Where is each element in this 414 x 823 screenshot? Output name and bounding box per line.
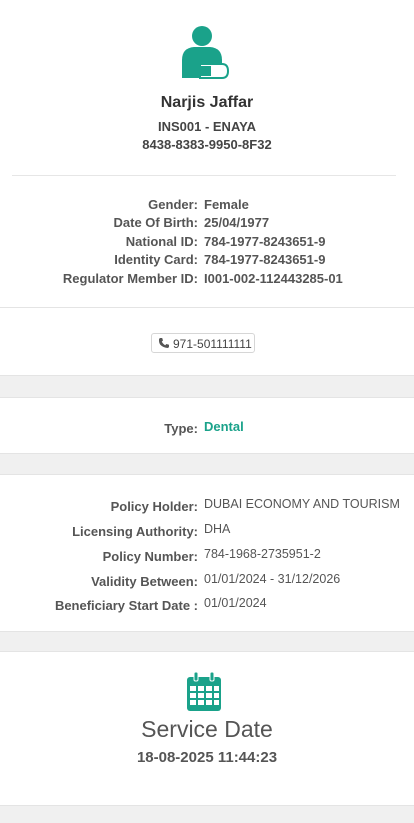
- licensing-authority-label: Licensing Authority:: [72, 524, 198, 539]
- identity-card-value: 784-1977-8243651-9: [204, 252, 326, 267]
- type-value: Dental: [204, 419, 244, 434]
- phone-button[interactable]: 971-501111111: [151, 333, 255, 353]
- profile-card: Narjis Jaffar INS001 - ENAYA 8438-8383-9…: [0, 0, 414, 308]
- phone-icon: [158, 338, 169, 348]
- service-date-card: Service Date 18-08-2025 11:44:23: [0, 651, 414, 806]
- policy-holder-value: DUBAI ECONOMY AND TOURISM: [204, 497, 400, 511]
- service-date-value: 18-08-2025 11:44:23: [136, 749, 278, 766]
- calendar-icon: [187, 672, 221, 711]
- coverage-type-card: Type: Dental: [0, 397, 414, 454]
- regulator-member-id-value: I001-002-112443285-01: [204, 271, 343, 286]
- validity-label: Validity Between:: [91, 574, 198, 589]
- national-id-value: 784-1977-8243651-9: [204, 234, 326, 249]
- dob-label: Date Of Birth:: [113, 215, 199, 230]
- phone-number: 971-501111111: [173, 337, 252, 351]
- policy-number-value: 784-1968-2735951-2: [204, 547, 321, 561]
- contact-card: 971-501111111: [0, 308, 414, 376]
- regulator-member-id-label: Regulator Member ID:: [62, 271, 198, 286]
- card-number: 8438-8383-9950-8F32: [142, 137, 272, 152]
- gender-label: Gender:: [148, 197, 198, 212]
- patient-avatar-icon: [182, 26, 230, 79]
- member-name: Narjis Jaffar: [160, 94, 254, 111]
- dob-value: 25/04/1977: [204, 215, 270, 230]
- identity-card-label: Identity Card:: [114, 252, 198, 267]
- policy-card: Policy Holder: DUBAI ECONOMY AND TOURISM…: [0, 474, 414, 632]
- type-label: Type:: [164, 421, 198, 436]
- policy-holder-label: Policy Holder:: [110, 499, 198, 514]
- national-id-label: National ID:: [125, 234, 198, 249]
- beneficiary-start-label: Beneficiary Start Date :: [54, 598, 198, 613]
- member-code-line: INS001 - ENAYA: [157, 119, 257, 134]
- validity-value: 01/01/2024 - 31/12/2026: [204, 572, 341, 586]
- gender-value: Female: [204, 197, 249, 212]
- profile-divider: [12, 175, 396, 176]
- beneficiary-start-value: 01/01/2024: [204, 596, 267, 610]
- policy-number-label: Policy Number:: [102, 549, 198, 564]
- licensing-authority-value: DHA: [204, 522, 231, 536]
- service-date-title: Service Date: [141, 716, 273, 742]
